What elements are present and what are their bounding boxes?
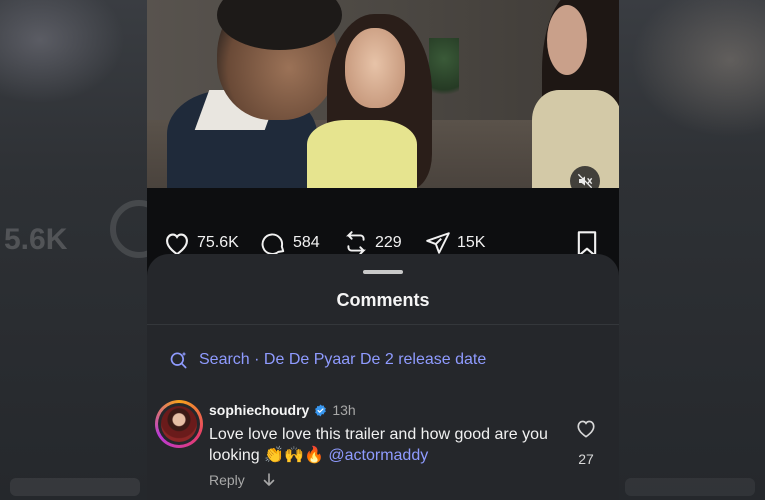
heart-icon [166,233,188,256]
paper-plane-icon [426,232,450,254]
speaker-muted-icon [577,173,593,188]
backdrop-ghost-shape [10,478,140,496]
video-person-face-right [547,5,587,75]
video-player[interactable] [147,0,619,188]
mute-button[interactable] [570,166,600,188]
divider [147,324,619,325]
sparkle-search-icon [170,351,187,369]
comment-item: sophiechoudry 13h Love love love this tr… [155,400,611,500]
verified-badge-icon [315,404,327,416]
repost-count: 229 [375,234,402,251]
comment-body: Love love love this trailer and how good… [209,424,549,466]
reply-button[interactable]: Reply [209,472,245,488]
avatar[interactable] [155,400,203,448]
mention-link[interactable]: @actormaddy [328,447,428,464]
share-count: 15K [457,234,486,251]
comment-username[interactable]: sophiechoudry [209,402,309,418]
comment-bubble-icon [261,233,285,255]
like-count: 75.6K [197,234,239,251]
search-suggestion-text: Search · De De Pyaar De 2 release date [199,351,487,368]
repost-icon [346,231,366,255]
sheet-title: Comments [336,290,430,310]
comment-like-count: 27 [578,451,594,467]
avatar-gap [158,403,200,445]
video-person-face [345,28,405,108]
video-scene-plant [429,38,459,108]
arrow-down-icon[interactable] [263,473,275,487]
comments-sheet: Comments Search · De De Pyaar De 2 relea… [147,254,619,500]
heart-icon [577,420,595,438]
comment-count: 584 [293,234,320,251]
search-suggestion[interactable]: Search · De De Pyaar De 2 release date [169,350,486,370]
comment-timestamp: 13h [332,402,356,418]
sheet-drag-handle[interactable] [363,270,403,274]
video-person-top [307,120,417,188]
reel-screen: 75.6K 584 229 15K Comments Search · De D… [147,0,619,500]
comment-like[interactable]: 27 [571,418,601,467]
comment-actions: Reply [209,472,275,488]
avatar-image [161,406,197,442]
backdrop-ghost-shape [625,478,755,496]
comment-header: sophiechoudry 13h [209,402,356,418]
